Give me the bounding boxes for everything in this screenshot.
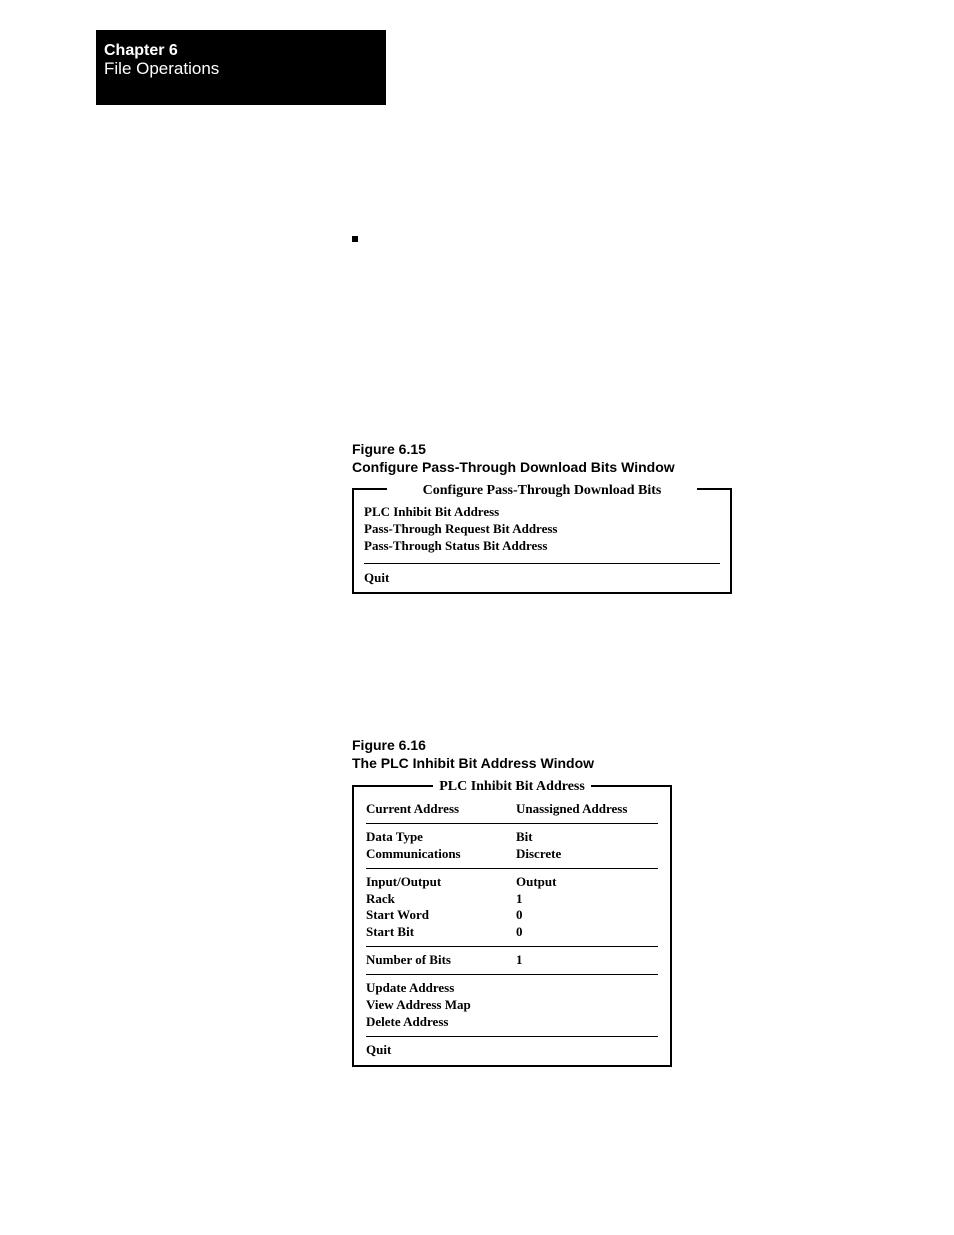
menu-item-quit[interactable]: Quit <box>366 1042 658 1059</box>
menu-item-quit[interactable]: Quit <box>364 570 720 586</box>
divider <box>366 823 658 824</box>
figure-title: The PLC Inhibit Bit Address Window <box>352 754 594 772</box>
label-communications: Communications <box>366 846 516 863</box>
figure-title: Configure Pass-Through Download Bits Win… <box>352 458 675 476</box>
divider <box>366 946 658 947</box>
plc-inhibit-window: PLC Inhibit Bit Address Current Address … <box>352 785 672 1067</box>
label-update-address: Update Address <box>366 980 516 997</box>
row-communications: Communications Discrete <box>366 846 658 863</box>
row-data-type: Data Type Bit <box>366 829 658 846</box>
value-communications: Discrete <box>516 846 561 863</box>
figure-number: Figure 6.15 <box>352 440 675 458</box>
value-current-address: Unassigned Address <box>516 801 627 818</box>
window-title: PLC Inhibit Bit Address <box>433 779 591 795</box>
chapter-header: Chapter 6 File Operations <box>96 30 386 105</box>
menu-item-passthrough-status[interactable]: Pass-Through Status Bit Address <box>364 538 720 555</box>
label-delete-address: Delete Address <box>366 1014 516 1031</box>
window-title: Configure Pass-Through Download Bits <box>387 483 698 499</box>
label-number-of-bits: Number of Bits <box>366 952 516 969</box>
label-view-address-map: View Address Map <box>366 997 516 1014</box>
label-data-type: Data Type <box>366 829 516 846</box>
menu-item-plc-inhibit[interactable]: PLC Inhibit Bit Address <box>364 504 720 521</box>
divider <box>366 974 658 975</box>
window-titlebar: PLC Inhibit Bit Address <box>354 778 670 795</box>
value-number-of-bits: 1 <box>516 952 523 969</box>
configure-passthrough-window: Configure Pass-Through Download Bits PLC… <box>352 488 732 594</box>
chapter-number: Chapter 6 <box>104 42 386 60</box>
row-current-address: Current Address Unassigned Address <box>366 801 658 818</box>
menu-item-view-address-map[interactable]: View Address Map <box>366 997 658 1014</box>
label-quit: Quit <box>366 1042 516 1059</box>
row-number-of-bits: Number of Bits 1 <box>366 952 658 969</box>
value-start-word: 0 <box>516 907 523 924</box>
label-input-output: Input/Output <box>366 874 516 891</box>
menu-item-passthrough-request[interactable]: Pass-Through Request Bit Address <box>364 521 720 538</box>
label-current-address: Current Address <box>366 801 516 818</box>
window-titlebar: Configure Pass-Through Download Bits <box>354 481 730 499</box>
row-input-output: Input/Output Output <box>366 874 658 891</box>
chapter-title: File Operations <box>104 60 386 79</box>
menu-item-update-address[interactable]: Update Address <box>366 980 658 997</box>
label-start-word: Start Word <box>366 907 516 924</box>
divider <box>364 563 720 564</box>
value-rack: 1 <box>516 891 523 908</box>
figure-615-caption: Figure 6.15 Configure Pass-Through Downl… <box>352 440 675 476</box>
divider <box>366 868 658 869</box>
bullet-icon <box>352 236 358 242</box>
row-start-word: Start Word 0 <box>366 907 658 924</box>
figure-number: Figure 6.16 <box>352 736 594 754</box>
menu-item-delete-address[interactable]: Delete Address <box>366 1014 658 1031</box>
row-rack: Rack 1 <box>366 891 658 908</box>
value-data-type: Bit <box>516 829 533 846</box>
window-menu: PLC Inhibit Bit Address Pass-Through Req… <box>364 504 720 555</box>
divider <box>366 1036 658 1037</box>
label-rack: Rack <box>366 891 516 908</box>
value-input-output: Output <box>516 874 556 891</box>
row-start-bit: Start Bit 0 <box>366 924 658 941</box>
figure-616-caption: Figure 6.16 The PLC Inhibit Bit Address … <box>352 736 594 772</box>
label-start-bit: Start Bit <box>366 924 516 941</box>
value-start-bit: 0 <box>516 924 523 941</box>
